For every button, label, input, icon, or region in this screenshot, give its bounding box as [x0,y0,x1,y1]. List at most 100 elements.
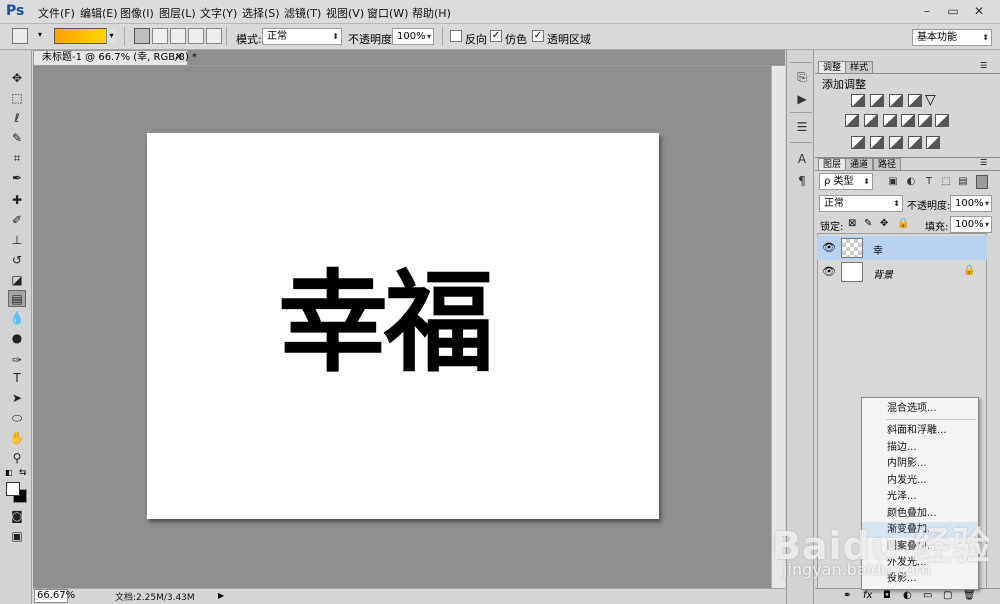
threshold-icon[interactable] [889,136,903,149]
curves-icon[interactable] [889,94,903,107]
adjustment-layer-icon[interactable]: ◐ [903,590,912,601]
fill-field[interactable]: 100% ▾ [950,216,992,233]
diamond-gradient-icon[interactable] [206,28,222,44]
close-button[interactable]: ✕ [968,2,990,20]
menu-item-blending-options[interactable]: 混合选项... [887,401,937,417]
trash-icon[interactable]: 🗑 [963,590,976,601]
menu-filter[interactable]: 滤镜(T) [284,5,321,21]
color-lookup-icon[interactable] [935,114,949,127]
mode-select[interactable]: 正常 ⬍ [262,28,342,45]
document-tab[interactable]: 未标题-1 @ 66.7% (幸, RGB/8) * ✕ [33,50,197,66]
menu-item-satin[interactable]: 光泽... [887,489,917,505]
menu-window[interactable]: 窗口(W) [367,5,408,21]
filter-pixel-icon[interactable]: ▣ [887,176,899,188]
screen-mode-icon[interactable]: ▣ [8,528,26,545]
brightness-icon[interactable] [851,94,865,107]
history-panel-icon[interactable]: ⎘ [795,70,809,84]
menu-item-stroke[interactable]: 描边... [887,440,917,456]
healing-brush-tool-icon[interactable]: ✚ [8,192,26,209]
layer-row[interactable]: 👁 背景 🔒 [817,260,987,284]
properties-panel-icon[interactable]: ☰ [795,120,809,134]
layer-name[interactable]: 背景 [873,266,893,281]
history-brush-tool-icon[interactable]: ↺ [8,252,26,269]
hand-tool-icon[interactable]: ✋ [8,430,26,447]
move-tool-icon[interactable]: ✥ [8,70,26,87]
layer-opacity-field[interactable]: 100% ▾ [950,195,992,212]
new-layer-icon[interactable]: ▢ [943,590,952,601]
radial-gradient-icon[interactable] [152,28,168,44]
vibrance-icon[interactable]: ▽ [925,92,936,108]
tab-paths[interactable]: 路径 [873,158,902,170]
menu-select[interactable]: 选择(S) [242,5,280,21]
reverse-checkbox[interactable] [450,30,462,42]
menu-layer[interactable]: 图层(L) [159,5,196,21]
tab-styles[interactable]: 样式 [845,61,874,73]
eraser-tool-icon[interactable]: ◪ [8,272,26,289]
exposure-icon[interactable] [908,94,922,107]
gradient-picker-chevron-icon[interactable]: ▾ [106,28,116,44]
zoom-field[interactable]: 66.67% [34,589,75,603]
menu-help[interactable]: 帮助(H) [412,5,451,21]
zoom-tool-icon[interactable]: ⚲ [8,450,26,467]
clone-stamp-tool-icon[interactable]: ⊥ [8,232,26,249]
group-icon[interactable]: ▭ [923,590,932,601]
filter-smart-object-icon[interactable]: ▤ [957,176,969,188]
channel-mixer-icon[interactable] [918,114,932,127]
black-white-icon[interactable] [883,114,897,127]
layer-filter-select[interactable]: ρ 类型 ⬍ [819,173,873,190]
filter-toggle[interactable] [976,175,988,189]
opacity-field[interactable]: 100% ▾ [392,28,434,45]
panel-menu-icon[interactable]: ☰ [980,61,987,70]
photo-filter-icon[interactable] [901,114,915,127]
fx-icon[interactable]: fx [863,590,872,601]
invert-icon[interactable] [851,136,865,149]
add-mask-icon[interactable]: ◘ [883,590,891,601]
gradient-tool-preset-icon[interactable] [12,28,28,44]
status-menu-arrow-icon[interactable]: ▶ [218,589,228,603]
default-colors-icon[interactable]: ◧ [5,468,13,477]
filter-shape-icon[interactable]: ⬚ [940,176,952,188]
lock-image-icon[interactable]: ✎ [864,218,872,229]
quick-select-tool-icon[interactable]: ✎ [8,130,26,147]
minimize-button[interactable]: – [916,2,938,20]
menu-item-bevel-emboss[interactable]: 斜面和浮雕... [887,423,947,439]
lasso-tool-icon[interactable]: ℓ [8,110,26,127]
layer-blend-mode-select[interactable]: 正常 ⬍ [819,195,903,212]
character-panel-icon[interactable]: A [795,152,809,166]
type-tool-icon[interactable]: T [8,370,26,387]
angle-gradient-icon[interactable] [170,28,186,44]
vertical-scrollbar[interactable] [771,66,785,588]
dodge-tool-icon[interactable]: ● [8,330,26,347]
transparency-checkbox[interactable]: ✓ [532,30,544,42]
layer-row[interactable]: 👁 幸 [817,236,987,260]
menu-view[interactable]: 视图(V) [326,5,364,21]
ellipse-tool-icon[interactable]: ⬭ [8,410,26,427]
quick-mask-icon[interactable]: ◙ [8,508,26,525]
eye-icon[interactable]: 👁 [822,241,836,254]
path-selection-tool-icon[interactable]: ➤ [8,390,26,407]
tab-adjustments[interactable]: 调整 [818,61,847,73]
tab-layers[interactable]: 图层 [818,158,847,170]
link-layers-icon[interactable]: ⚭ [843,590,851,601]
linear-gradient-icon[interactable] [134,28,150,44]
posterize-icon[interactable] [870,136,884,149]
color-balance-icon[interactable] [864,114,878,127]
gradient-map-icon[interactable] [908,136,922,149]
menu-file[interactable]: 文件(F) [38,5,75,21]
actions-play-icon[interactable]: ▶ [795,92,809,106]
lock-transparent-icon[interactable]: ⊠ [848,218,856,229]
restore-button[interactable]: ▭ [942,2,964,20]
menu-image[interactable]: 图像(I) [120,5,154,21]
dither-checkbox[interactable]: ✓ [490,30,502,42]
layer-name[interactable]: 幸 [873,242,883,257]
filter-adjustment-icon[interactable]: ◐ [905,176,917,188]
tab-channels[interactable]: 通道 [845,158,874,170]
selective-color-icon[interactable] [926,136,940,149]
filter-type-icon[interactable]: T [923,176,935,188]
menu-item-inner-glow[interactable]: 内发光... [887,473,927,489]
lock-all-icon[interactable]: 🔒 [897,218,909,229]
eyedropper-tool-icon[interactable]: ✒ [8,170,26,187]
reflected-gradient-icon[interactable] [188,28,204,44]
workspace-select[interactable]: 基本功能 ⬍ [912,29,992,46]
paragraph-panel-icon[interactable]: ¶ [795,174,809,188]
